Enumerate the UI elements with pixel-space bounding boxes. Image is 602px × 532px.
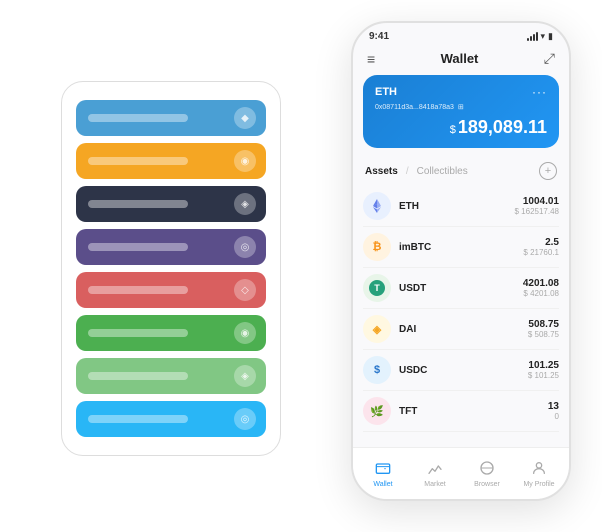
status-icons: ▾ ▮ — [527, 31, 553, 42]
eth-label: ETH — [375, 86, 397, 98]
asset-values-dai: 508.75$ 508.75 — [528, 319, 559, 339]
asset-name-usdt: USDT — [399, 283, 523, 294]
assets-tabs: Assets / Collectibles + — [353, 158, 569, 186]
signal-icon — [527, 32, 538, 41]
eth-card-header: ETH ··· — [375, 85, 547, 99]
status-time: 9:41 — [369, 31, 389, 42]
asset-icon-tft: 🌿 — [363, 397, 391, 425]
stack-card-card-light-green[interactable]: ◈ — [76, 358, 266, 394]
asset-usd: $ 101.25 — [528, 371, 559, 380]
asset-name-usdc: USDC — [399, 365, 528, 376]
asset-icon-usdt: T — [363, 274, 391, 302]
asset-amount: 508.75 — [528, 319, 559, 330]
asset-usd: $ 162517.48 — [515, 207, 560, 216]
market-nav-icon — [427, 460, 443, 479]
card-stack: ◆ ◉ ◈ ◎ ◇ ◉ ◈ ◎ — [61, 81, 281, 456]
stack-card-card-red[interactable]: ◇ — [76, 272, 266, 308]
wallet-nav-icon — [375, 460, 391, 479]
eth-more-button[interactable]: ··· — [532, 85, 547, 99]
asset-list: ETH1004.01$ 162517.48 ₿ imBTC2.5$ 21760.1 T… — [353, 186, 569, 432]
asset-amount: 13 — [548, 401, 559, 412]
asset-amount: 1004.01 — [515, 196, 560, 207]
asset-item-usdc[interactable]: $ USDC101.25$ 101.25 — [363, 350, 559, 391]
assets-tabs-left: Assets / Collectibles — [365, 166, 468, 177]
stack-card-card-blue[interactable]: ◆ — [76, 100, 266, 136]
stack-card-card-orange[interactable]: ◉ — [76, 143, 266, 179]
asset-name-eth: ETH — [399, 201, 515, 212]
profile-nav-label: My Profile — [523, 481, 554, 488]
market-nav-label: Market — [424, 481, 445, 488]
page-title: Wallet — [441, 51, 479, 66]
status-bar: 9:41 ▾ ▮ — [353, 23, 569, 46]
menu-icon[interactable]: ≡ — [367, 51, 375, 67]
asset-item-usdt[interactable]: T USDT4201.08$ 4201.08 — [363, 268, 559, 309]
eth-balance: $189,089.11 — [375, 117, 547, 138]
asset-usd: $ 4201.08 — [523, 289, 559, 298]
asset-icon-usdc: $ — [363, 356, 391, 384]
profile-nav-icon — [531, 460, 547, 479]
asset-icon-imbtc: ₿ — [363, 233, 391, 261]
asset-values-usdt: 4201.08$ 4201.08 — [523, 278, 559, 298]
asset-item-imbtc[interactable]: ₿ imBTC2.5$ 21760.1 — [363, 227, 559, 268]
asset-values-imbtc: 2.5$ 21760.1 — [523, 237, 559, 257]
nav-item-market[interactable]: Market — [409, 460, 461, 488]
asset-amount: 101.25 — [528, 360, 559, 371]
asset-usd: 0 — [548, 412, 559, 421]
asset-item-dai[interactable]: ◈ DAI508.75$ 508.75 — [363, 309, 559, 350]
nav-item-browser[interactable]: Browser — [461, 460, 513, 488]
eth-card[interactable]: ETH ··· 0x08711d3a...8418a78a3 ⊞ $189,08… — [363, 75, 559, 148]
asset-name-dai: DAI — [399, 324, 528, 335]
browser-nav-label: Browser — [474, 481, 500, 488]
asset-name-tft: TFT — [399, 406, 548, 417]
asset-name-imbtc: imBTC — [399, 242, 523, 253]
tab-assets[interactable]: Assets — [365, 166, 398, 177]
asset-usd: $ 21760.1 — [523, 248, 559, 257]
phone-header: ≡ Wallet ⤢ — [353, 46, 569, 75]
asset-values-eth: 1004.01$ 162517.48 — [515, 196, 560, 216]
asset-values-usdc: 101.25$ 101.25 — [528, 360, 559, 380]
wifi-icon: ▾ — [541, 31, 546, 42]
battery-icon: ▮ — [548, 31, 553, 42]
expand-icon[interactable]: ⤢ — [544, 50, 555, 67]
tab-collectibles[interactable]: Collectibles — [417, 166, 468, 177]
asset-amount: 2.5 — [523, 237, 559, 248]
scene: ◆ ◉ ◈ ◎ ◇ ◉ ◈ ◎ 9:41 ▾ ▮ ≡ Wallet ⤢ — [21, 21, 581, 511]
phone: 9:41 ▾ ▮ ≡ Wallet ⤢ ETH ··· — [351, 21, 571, 501]
nav-item-wallet[interactable]: Wallet — [357, 460, 409, 488]
stack-card-card-dark[interactable]: ◈ — [76, 186, 266, 222]
stack-card-card-purple[interactable]: ◎ — [76, 229, 266, 265]
nav-item-profile[interactable]: My Profile — [513, 460, 565, 488]
stack-card-card-green[interactable]: ◉ — [76, 315, 266, 351]
asset-item-tft[interactable]: 🌿 TFT130 — [363, 391, 559, 432]
browser-nav-icon — [479, 460, 495, 479]
asset-amount: 4201.08 — [523, 278, 559, 289]
stack-card-card-teal[interactable]: ◎ — [76, 401, 266, 437]
wallet-nav-label: Wallet — [373, 481, 392, 488]
asset-usd: $ 508.75 — [528, 330, 559, 339]
asset-values-tft: 130 — [548, 401, 559, 421]
asset-item-eth[interactable]: ETH1004.01$ 162517.48 — [363, 186, 559, 227]
add-asset-button[interactable]: + — [539, 162, 557, 180]
bottom-nav: Wallet Market Browser My Profile — [353, 447, 569, 499]
eth-address: 0x08711d3a...8418a78a3 ⊞ — [375, 103, 547, 111]
asset-icon-dai: ◈ — [363, 315, 391, 343]
asset-icon-eth — [363, 192, 391, 220]
